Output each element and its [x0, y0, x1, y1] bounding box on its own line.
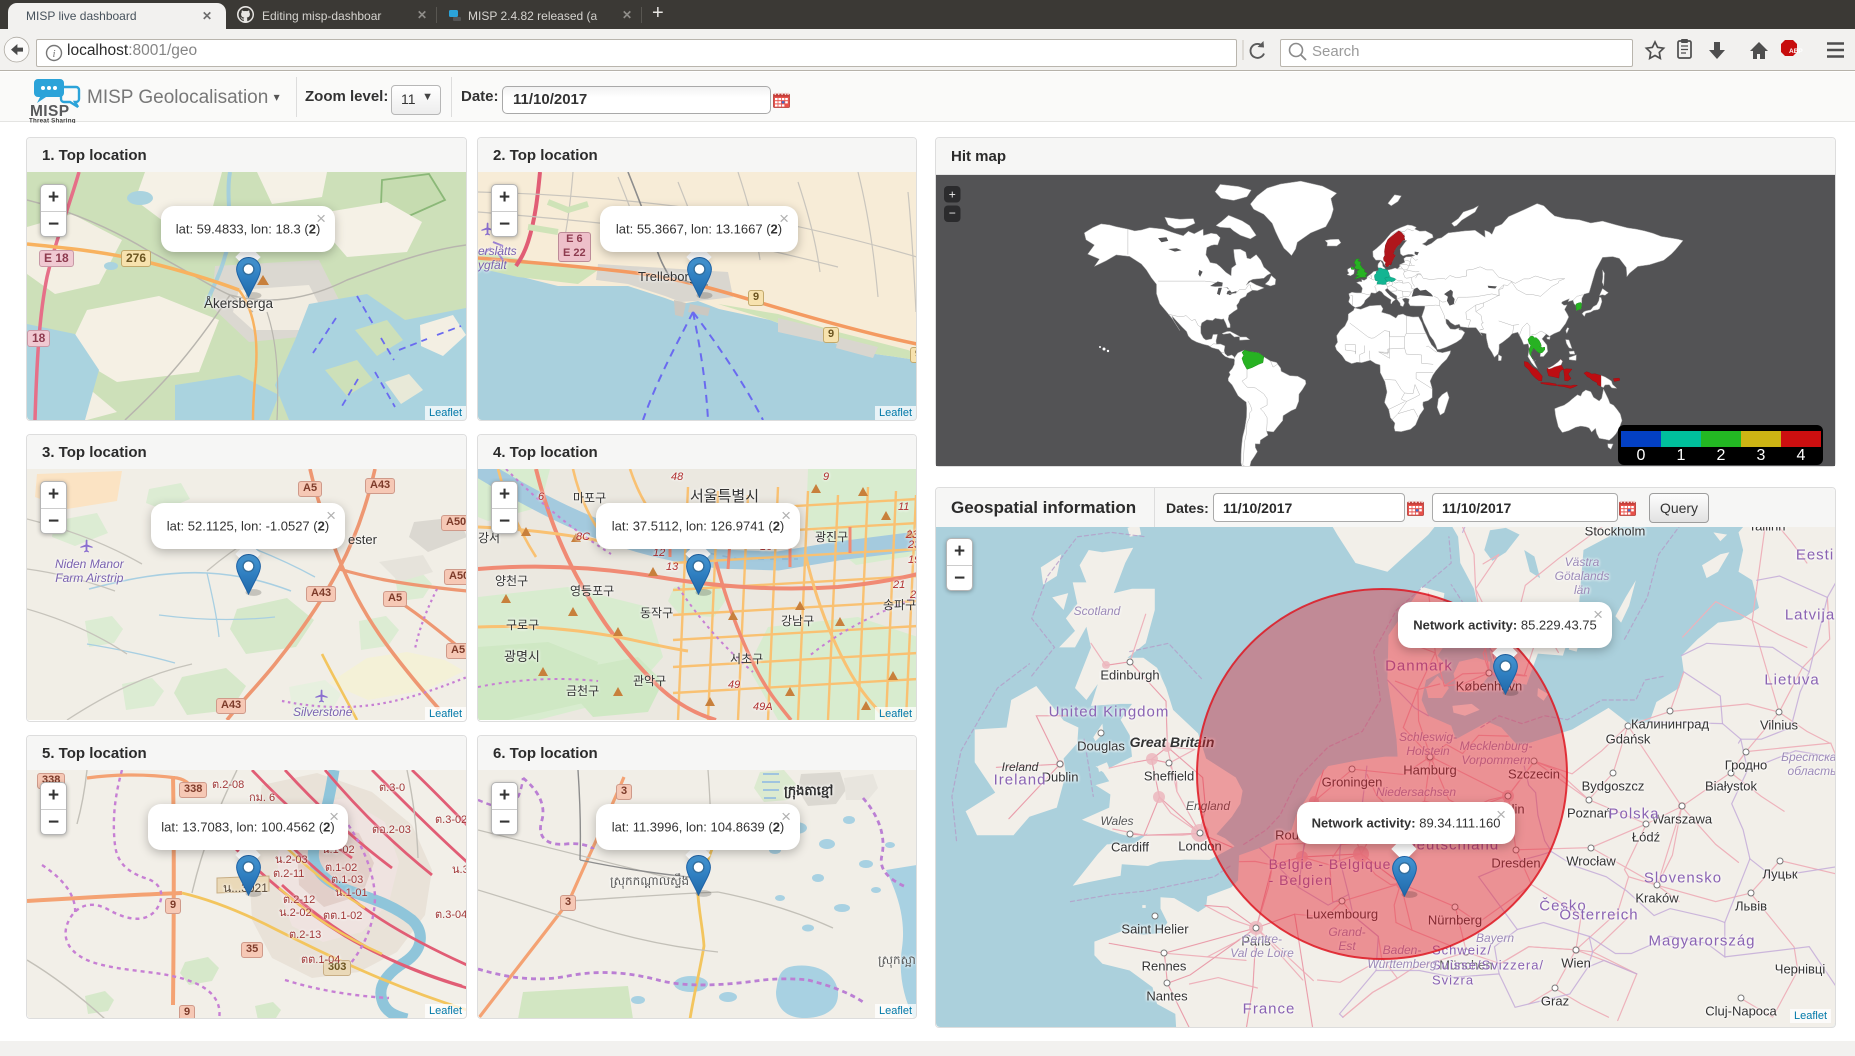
svg-text:2: 2 [1717, 447, 1726, 464]
svg-text:4: 4 [1797, 447, 1806, 464]
svg-text:Search: Search [1312, 43, 1360, 60]
svg-text:0: 0 [1637, 447, 1646, 464]
svg-text:Threat Sharing: Threat Sharing [29, 118, 76, 124]
svg-text:−: − [949, 206, 956, 220]
svg-text:i: i [52, 48, 55, 60]
svg-text:ABP: ABP [1789, 48, 1803, 55]
svg-text:+: + [949, 188, 956, 202]
svg-text:3: 3 [1757, 447, 1766, 464]
svg-text:1: 1 [1677, 447, 1686, 464]
